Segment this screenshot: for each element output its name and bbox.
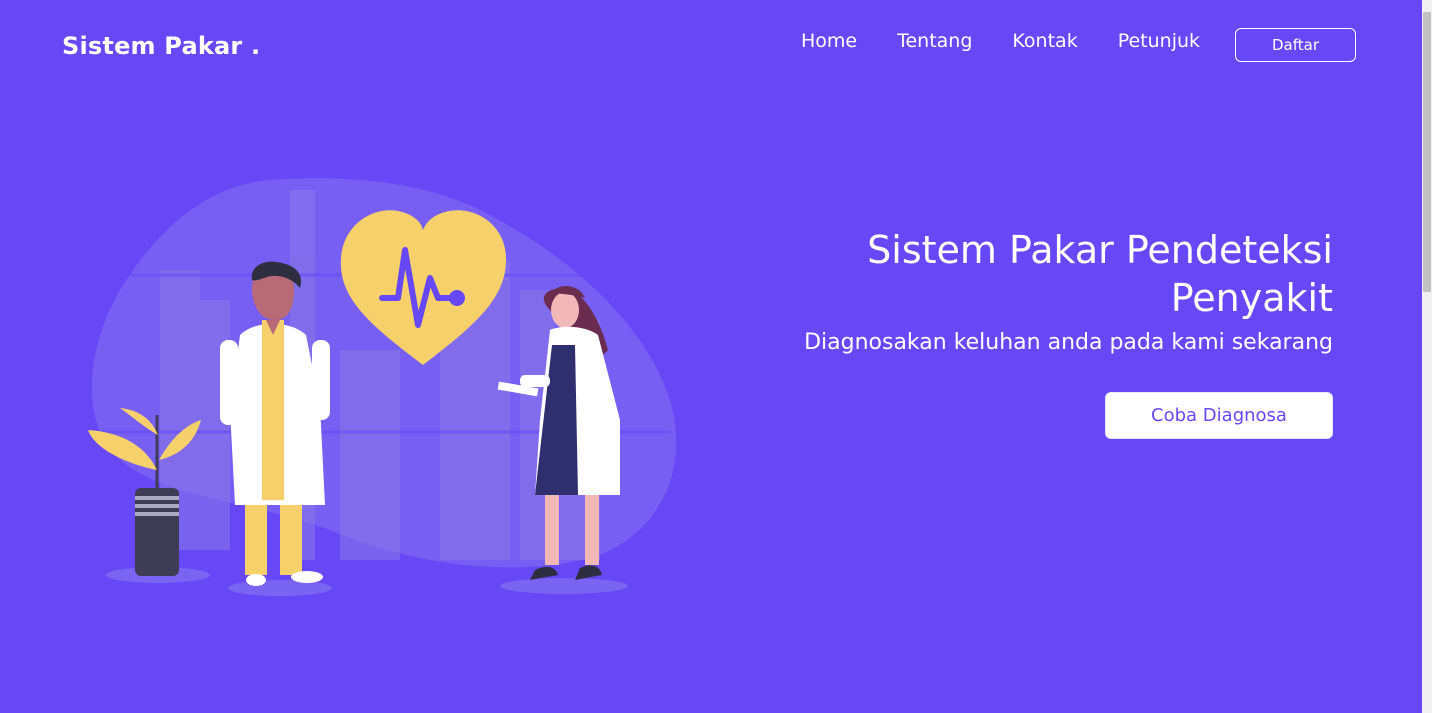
page: Sistem Pakar . Home Tentang Kontak Petun… [0, 0, 1422, 713]
hero-subtitle: Diagnosakan keluhan anda pada kami sekar… [804, 330, 1333, 355]
nav-kontak[interactable]: Kontak [1012, 30, 1077, 52]
brand-logo[interactable]: Sistem Pakar . [62, 32, 260, 60]
hero-illustration [88, 178, 677, 596]
hero-title: Sistem Pakar Pendeteksi Penyakit [813, 226, 1333, 322]
nav-tentang[interactable]: Tentang [897, 30, 972, 52]
daftar-button[interactable]: Daftar [1235, 28, 1356, 62]
female-shadow [500, 578, 628, 594]
main-nav: Home Tentang Kontak Petunjuk [801, 30, 1200, 52]
scrollbar-thumb[interactable] [1423, 12, 1431, 292]
coba-diagnosa-button[interactable]: Coba Diagnosa [1105, 392, 1333, 439]
nav-petunjuk[interactable]: Petunjuk [1118, 30, 1200, 52]
male-shadow [228, 580, 332, 596]
hero-title-line1: Sistem Pakar Pendeteksi [867, 228, 1333, 272]
nav-home[interactable]: Home [801, 30, 857, 52]
hero-title-line2: Penyakit [1170, 276, 1333, 320]
vertical-scrollbar[interactable] [1422, 0, 1432, 713]
